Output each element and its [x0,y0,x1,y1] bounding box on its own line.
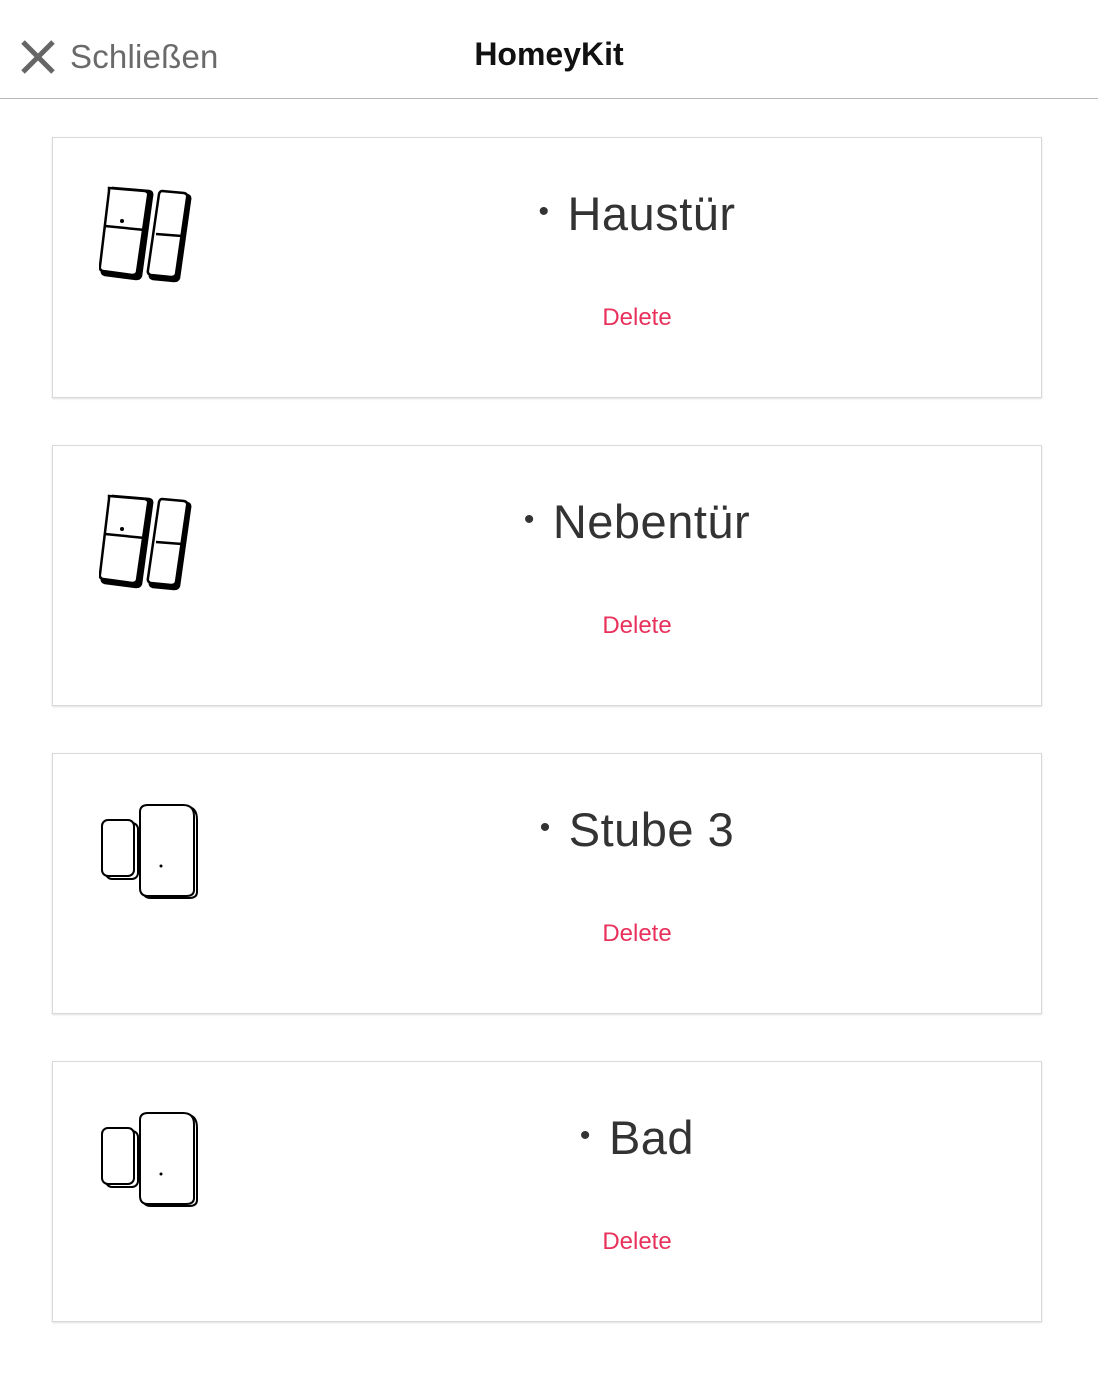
door-sensor-compact-icon [99,800,199,900]
bullet-icon: • [539,810,551,844]
device-card: • Nebentür Delete [52,445,1042,706]
delete-button[interactable]: Delete [233,1228,1041,1256]
door-sensor-tall-icon [99,492,199,592]
device-name: • Bad [579,1111,695,1164]
door-sensor-tall-icon [99,184,199,284]
delete-button[interactable]: Delete [233,612,1041,640]
delete-button[interactable]: Delete [233,304,1041,332]
delete-button[interactable]: Delete [233,920,1041,948]
bullet-icon: • [538,194,550,228]
device-card: • Stube 3 Delete [52,753,1042,1014]
device-card: • Bad Delete [52,1061,1042,1322]
bullet-icon: • [579,1118,591,1152]
bullet-icon: • [523,502,535,536]
header-bar: Schließen HomeyKit [0,0,1098,99]
page-title: HomeyKit [474,36,624,72]
device-name: • Haustür [538,187,736,240]
device-card: • Haustür Delete [52,137,1042,398]
device-name: • Stube 3 [539,803,735,856]
device-name: • Nebentür [523,495,751,548]
door-sensor-compact-icon [99,1108,199,1208]
